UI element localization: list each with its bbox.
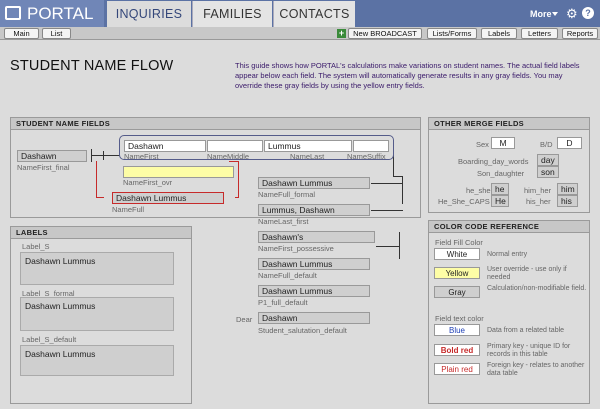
connector-line	[402, 176, 403, 204]
panel-header: COLOR CODE REFERENCE	[429, 221, 589, 233]
name-full-default-field: Dashawn Lummus	[258, 258, 370, 270]
name-middle-field[interactable]	[207, 140, 263, 152]
son-daughter-field: son	[537, 166, 559, 178]
name-first-possessive-field: Dashawn's	[258, 231, 375, 243]
text-color-title: Field text color	[435, 314, 484, 323]
fill-color-title: Field Fill Color	[435, 238, 483, 247]
name-middle-label: NameMiddle	[207, 152, 250, 161]
name-full-default-label: NameFull_default	[258, 271, 317, 280]
him-her-label: him_her	[524, 186, 552, 195]
name-full-formal-label: NameFull_formal	[258, 190, 316, 199]
blue-note: Data from a related table	[487, 327, 565, 334]
he-she-label: he_she	[466, 186, 491, 195]
letters-button[interactable]: Letters	[521, 28, 558, 39]
page-title: STUDENT NAME FLOW	[10, 58, 174, 74]
name-first-possessive-label: NameFirst_possessive	[258, 244, 334, 253]
salutation-label: Student_salutation_default	[258, 326, 347, 335]
connector-line	[376, 246, 400, 247]
labels-button[interactable]: Labels	[481, 28, 517, 39]
name-last-first-field: Lummus, Dashawn	[258, 204, 370, 216]
plain-red-note: Foreign key - relates to another data ta…	[487, 362, 585, 377]
bold-red-note: Primary key - unique ID for records in t…	[487, 343, 571, 358]
sex-field[interactable]: M	[491, 137, 515, 149]
bd-field[interactable]: D	[557, 137, 582, 149]
name-suffix-field[interactable]	[353, 140, 389, 152]
white-swatch: White	[434, 248, 480, 260]
new-broadcast-button[interactable]: New BROADCAST	[348, 28, 422, 39]
name-first-ovr-label: NameFirst_ovr	[123, 178, 173, 187]
portal-logo-icon	[5, 6, 21, 20]
name-first-label: NameFirst	[124, 152, 159, 161]
son-daughter-label: Son_daughter	[477, 169, 525, 178]
list-button[interactable]: List	[42, 28, 71, 39]
main-button[interactable]: Main	[4, 28, 39, 39]
gray-note: Calculation/non-modifiable field.	[487, 285, 587, 292]
name-full-field: Dashawn Lummus	[112, 192, 224, 204]
help-icon[interactable]: ?	[582, 7, 594, 19]
tab-inquiries[interactable]: INQUIRIES	[107, 1, 191, 27]
more-menu[interactable]: More	[530, 9, 552, 19]
lists-forms-button[interactable]: Lists/Forms	[427, 28, 477, 39]
logo-text: PORTAL	[27, 4, 94, 23]
boarding-day-words-label: Boarding_day_words	[458, 157, 529, 166]
name-last-label: NameLast	[290, 152, 325, 161]
bd-label: B/D	[540, 140, 553, 149]
he-she-field: he	[491, 183, 509, 195]
gray-swatch: Gray	[434, 286, 480, 298]
panel-header: STUDENT NAME FIELDS	[11, 118, 420, 130]
label-s-default-field: Dashawn Lummus	[20, 345, 174, 376]
panel-header: OTHER MERGE FIELDS	[429, 118, 589, 130]
name-full-formal-field: Dashawn Lummus	[258, 177, 370, 189]
gear-icon[interactable]: ⚙	[566, 6, 578, 22]
yellow-swatch: Yellow	[434, 267, 480, 279]
blue-swatch: Blue	[434, 324, 480, 336]
salutation-field: Dashawn	[258, 312, 370, 324]
connector-line	[91, 155, 120, 156]
white-note: Normal entry	[487, 251, 528, 258]
red-connector	[235, 161, 239, 198]
boarding-day-words-field: day	[537, 154, 559, 166]
tab-families[interactable]: FAMILIES	[192, 1, 272, 27]
plus-icon[interactable]: +	[337, 29, 346, 38]
connector-line	[371, 183, 403, 184]
label-s-field: Dashawn Lummus	[20, 252, 174, 285]
label-s-formal-field: Dashawn Lummus	[20, 297, 174, 331]
name-full-label: NameFull	[112, 205, 145, 214]
his-her-label: his_her	[526, 197, 551, 206]
sex-label: Sex	[476, 140, 489, 149]
name-first-ovr-field[interactable]	[123, 166, 234, 178]
connector-line	[371, 210, 403, 211]
reports-button[interactable]: Reports	[562, 28, 598, 39]
yellow-note: User override - use only if needed	[487, 266, 567, 281]
his-her-field: his	[557, 195, 578, 207]
p1-full-default-label: P1_full_default	[258, 298, 308, 307]
guide-text: This guide shows how PORTAL's calculatio…	[235, 61, 580, 90]
chevron-down-icon[interactable]	[552, 12, 558, 16]
name-first-final-label: NameFirst_final	[17, 163, 70, 172]
he-she-caps-label: He_She_CAPS	[438, 197, 490, 206]
name-last-first-label: NameLast_first	[258, 217, 309, 226]
panel-header: LABELS	[11, 227, 191, 239]
salutation-prefix: Dear	[236, 315, 253, 324]
connector-line	[103, 151, 104, 160]
name-first-final-field: Dashawn	[17, 150, 87, 162]
name-last-field[interactable]: Lummus	[264, 140, 352, 152]
name-first-field[interactable]: Dashawn	[124, 140, 206, 152]
p1-full-default-field: Dashawn Lummus	[258, 285, 370, 297]
plain-red-swatch: Plain red	[434, 363, 480, 375]
he-she-caps-field: He	[491, 195, 509, 207]
him-her-field: him	[557, 183, 578, 195]
bold-red-swatch: Bold red	[434, 344, 480, 356]
red-connector	[96, 161, 104, 198]
name-suffix-label: NameSuffix	[347, 152, 386, 161]
tab-contacts[interactable]: CONTACTS	[273, 1, 355, 27]
red-connector	[229, 161, 239, 162]
label-s-default-caption: Label_S_default	[22, 335, 77, 344]
label-s-caption: Label_S	[22, 242, 50, 251]
